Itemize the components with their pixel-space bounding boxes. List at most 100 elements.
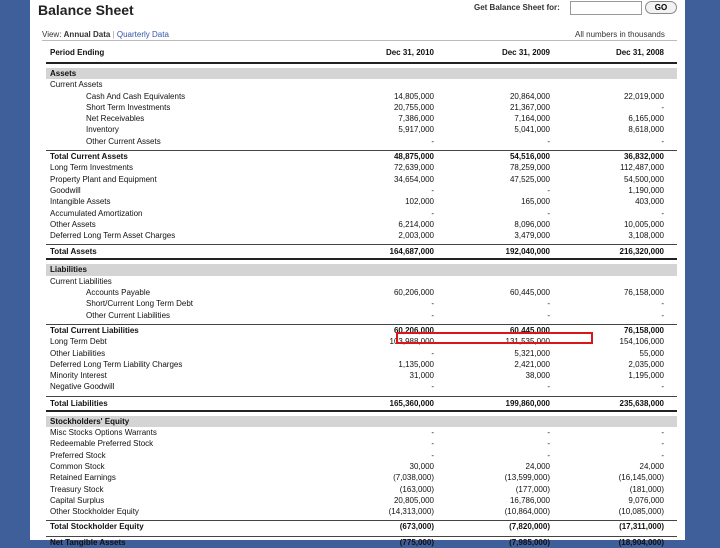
cell-2009: (177,000) bbox=[515, 484, 550, 494]
cell-2008: - bbox=[661, 439, 664, 449]
get-balance-sheet-label: Get Balance Sheet for: bbox=[474, 3, 560, 12]
cell-2009: 7,164,000 bbox=[514, 114, 550, 124]
row-property-plant-and-equipment: Property Plant and Equipment 34,654,000 47… bbox=[46, 174, 677, 185]
row-label: Misc Stocks Options Warrants bbox=[50, 428, 157, 438]
view-prefix: View: bbox=[42, 30, 62, 39]
cell-2010: - bbox=[431, 428, 434, 438]
cell-2010: 20,805,000 bbox=[393, 495, 434, 505]
cell-2010: 5,917,000 bbox=[398, 125, 434, 135]
cell-2008: - bbox=[661, 310, 664, 320]
go-button[interactable]: GO bbox=[645, 1, 677, 14]
cell-2009: (7,985,000) bbox=[509, 537, 550, 547]
row-long-term-investments: Long Term Investments 72,639,000 78,259,00… bbox=[46, 162, 677, 173]
cell-2010: 2,003,000 bbox=[398, 231, 434, 241]
total-equity-wrap: Total Stockholder Equity (673,000) (7,820,… bbox=[46, 520, 677, 532]
row-label: Short Term Investments bbox=[86, 102, 171, 112]
cell-2008: 112,487,000 bbox=[620, 163, 664, 173]
row-total-liabilities: Total Liabilities 165,360,000 199,860,000 2… bbox=[46, 395, 677, 412]
cell-2010: 48,875,000 bbox=[393, 152, 434, 162]
period-ending-header: Period Ending bbox=[50, 48, 105, 57]
cell-2008: 8,618,000 bbox=[628, 125, 664, 135]
section-header-liabilities: Liabilities bbox=[46, 264, 677, 276]
row-short-current-long-term-debt: Short/Current Long Term Debt - - - bbox=[46, 298, 677, 309]
cell-2010: (673,000) bbox=[399, 522, 434, 532]
row-other-stockholder-equity: Other Stockholder Equity (14,313,000) (10,… bbox=[46, 506, 677, 517]
cell-2009: 21,367,000 bbox=[509, 102, 550, 112]
quarterly-data-link[interactable]: Quarterly Data bbox=[117, 30, 169, 39]
row-misc-stocks-options-warrants: Misc Stocks Options Warrants - - - bbox=[46, 427, 677, 438]
annual-data-current: Annual Data bbox=[63, 30, 111, 39]
cell-2010: - bbox=[431, 310, 434, 320]
balance-sheet-page: Balance Sheet Get Balance Sheet for: GO … bbox=[30, 0, 685, 547]
cell-2008: 403,000 bbox=[635, 197, 664, 207]
cell-2010: 31,000 bbox=[409, 371, 434, 381]
row-label: Accounts Payable bbox=[86, 288, 151, 298]
cell-2008: 54,500,000 bbox=[623, 174, 664, 184]
noncurrent-liabilities-rows: Long Term Debt 103,988,000 131,535,000 154,… bbox=[46, 336, 677, 392]
row-label: Other Liabilities bbox=[50, 348, 106, 358]
cell-2010: - bbox=[431, 185, 434, 195]
cell-2010: (14,313,000) bbox=[388, 507, 434, 517]
row-label: Intangible Assets bbox=[50, 197, 111, 207]
cell-2008: 22,019,000 bbox=[623, 91, 664, 101]
row-other-assets: Other Assets 6,214,000 8,096,000 10,005,000 bbox=[46, 219, 677, 230]
row-label: Retained Earnings bbox=[50, 473, 116, 483]
cell-2008: (18,904,000) bbox=[618, 537, 664, 547]
cell-2010: - bbox=[431, 348, 434, 358]
row-label: Total Current Liabilities bbox=[50, 325, 139, 335]
cell-2009: 60,445,000 bbox=[509, 288, 550, 298]
header-divider bbox=[42, 40, 677, 41]
row-retained-earnings: Retained Earnings (7,038,000) (13,599,000)… bbox=[46, 472, 677, 483]
row-intangible-assets: Intangible Assets 102,000 165,000 403,000 bbox=[46, 196, 677, 207]
cell-2008: 154,106,000 bbox=[619, 337, 665, 347]
row-label: Deferred Long Term Liability Charges bbox=[50, 359, 183, 369]
cell-2008: 36,832,000 bbox=[623, 152, 664, 162]
equity-rows: Misc Stocks Options Warrants - - - Redeemabl… bbox=[46, 427, 677, 517]
row-label: Total Assets bbox=[50, 247, 97, 257]
row-label: Negative Goodwill bbox=[50, 382, 115, 392]
cell-2008: - bbox=[661, 382, 664, 392]
cell-2010: 14,805,000 bbox=[393, 91, 434, 101]
row-label: Total Current Assets bbox=[50, 152, 128, 162]
cell-2009: - bbox=[547, 136, 550, 146]
row-other-current-assets: Other Current Assets - - - bbox=[46, 136, 677, 147]
row-net-tangible-assets: Net Tangible Assets (775,000) (7,985,000) (… bbox=[46, 535, 677, 548]
row-label: Preferred Stock bbox=[50, 450, 106, 460]
total-liabilities-wrap: Total Liabilities 165,360,000 199,860,000 2… bbox=[46, 395, 677, 412]
section-header-equity: Stockholders' Equity bbox=[46, 415, 677, 428]
row-label: Accumulated Amortization bbox=[50, 208, 143, 218]
cell-2009: (10,864,000) bbox=[504, 507, 550, 517]
cell-2009: (13,599,000) bbox=[504, 473, 550, 483]
cell-2009: - bbox=[547, 382, 550, 392]
cell-2010: - bbox=[431, 439, 434, 449]
row-label: Property Plant and Equipment bbox=[50, 174, 157, 184]
subheading-current-assets: Current Assets bbox=[50, 80, 103, 90]
cell-2008: 1,190,000 bbox=[628, 185, 664, 195]
row-deferred-long-term-liability-charges: Deferred Long Term Liability Charges 1,13… bbox=[46, 359, 677, 370]
column-header-2009: Dec 31, 2009 bbox=[501, 48, 550, 57]
section-header-assets: Assets bbox=[46, 68, 677, 80]
cell-2010: 102,000 bbox=[405, 197, 434, 207]
row-total-current-assets: Total Current Assets 48,875,000 54,516,000… bbox=[46, 150, 677, 162]
cell-2010: 164,687,000 bbox=[389, 247, 435, 257]
row-label: Inventory bbox=[86, 125, 119, 135]
cell-2009: 3,479,000 bbox=[514, 231, 550, 241]
row-goodwill: Goodwill - - 1,190,000 bbox=[46, 185, 677, 196]
row-treasury-stock: Treasury Stock (163,000) (177,000) (181,000… bbox=[46, 484, 677, 495]
cell-2008: 76,158,000 bbox=[623, 325, 664, 335]
net-tangible-wrap: Net Tangible Assets (775,000) (7,985,000) (… bbox=[46, 535, 677, 548]
row-label: Short/Current Long Term Debt bbox=[86, 299, 194, 309]
cell-2008: (181,000) bbox=[629, 484, 664, 494]
total-current-assets-wrap: Total Current Assets 48,875,000 54,516,000… bbox=[46, 150, 677, 162]
cell-2010: 20,755,000 bbox=[393, 102, 434, 112]
cell-2010: - bbox=[431, 450, 434, 460]
cell-2009: 47,525,000 bbox=[509, 174, 550, 184]
cell-2009: 24,000 bbox=[525, 461, 550, 471]
cell-2009: 165,000 bbox=[521, 197, 550, 207]
ticker-input[interactable] bbox=[570, 1, 642, 15]
cell-2008: 235,638,000 bbox=[619, 398, 665, 408]
cell-2008: 9,076,000 bbox=[628, 495, 664, 505]
cell-2008: (16,145,000) bbox=[618, 473, 664, 483]
cell-2008: - bbox=[661, 428, 664, 438]
row-label: Total Stockholder Equity bbox=[50, 522, 144, 532]
